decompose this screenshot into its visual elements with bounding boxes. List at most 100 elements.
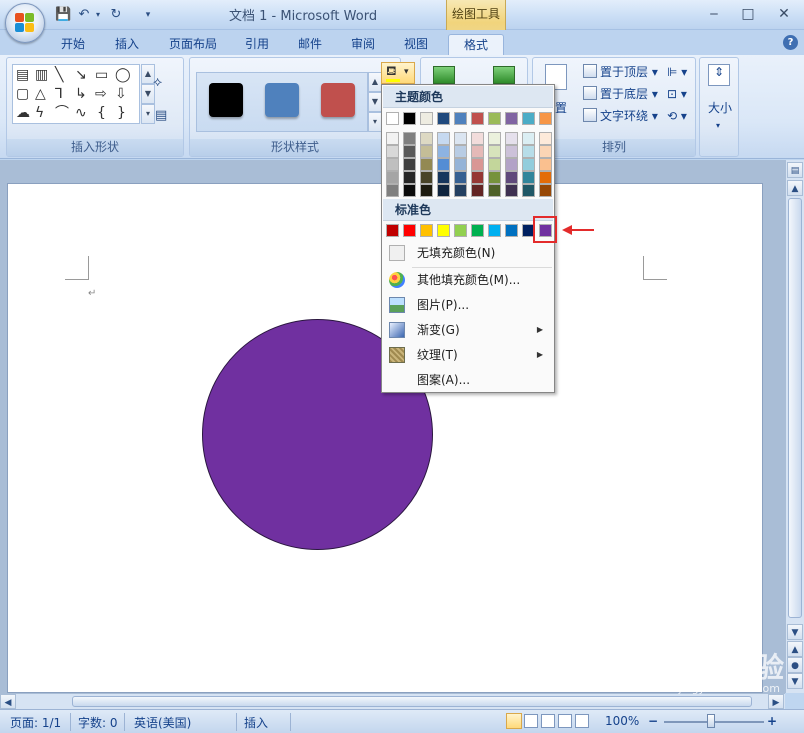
arc-shape-icon[interactable]: ⌒ bbox=[55, 105, 69, 121]
bring-to-front-button[interactable]: 置于顶层 ▾ bbox=[583, 64, 658, 80]
theme-shade-swatch[interactable] bbox=[437, 132, 450, 145]
shape-fill-button[interactable]: ⛾ ▾ bbox=[381, 62, 415, 84]
theme-shade-swatch[interactable] bbox=[454, 184, 467, 197]
theme-shade-swatch[interactable] bbox=[420, 158, 433, 171]
theme-shade-swatch[interactable] bbox=[386, 145, 399, 158]
restore-button[interactable]: □ bbox=[736, 4, 760, 24]
theme-shade-swatch[interactable] bbox=[488, 158, 501, 171]
align-button[interactable]: ⊫ ▾ bbox=[667, 64, 687, 80]
help-icon[interactable]: ? bbox=[783, 35, 798, 50]
rotate-button[interactable]: ⟲ ▾ bbox=[667, 108, 687, 124]
theme-shade-swatch[interactable] bbox=[522, 145, 535, 158]
zoom-in-button[interactable]: + bbox=[767, 714, 777, 728]
theme-color-swatch[interactable] bbox=[403, 112, 416, 125]
web-layout-view-icon[interactable] bbox=[541, 714, 555, 728]
view-ruler-icon[interactable]: ▤ bbox=[787, 162, 803, 178]
shapes-gallery[interactable]: ▤ ▥ ╲ ↘ ▭ ◯ ▢ △ ⅂ ↳ ⇨ ⇩ ☁ ϟ ⌒ ∿ { } bbox=[12, 64, 140, 124]
styles-more[interactable]: ▾ bbox=[368, 112, 382, 132]
customize-toolbar-icon[interactable]: ▾ bbox=[140, 7, 156, 23]
freeform-shape-icon[interactable]: ☁ bbox=[16, 105, 30, 121]
edit-shape-icon[interactable]: ⟡ bbox=[153, 74, 162, 90]
zoom-level[interactable]: 100% bbox=[605, 714, 639, 728]
no-fill-menu-item[interactable]: 无填充颜色(N) bbox=[383, 241, 553, 265]
shape-styles-gallery[interactable] bbox=[196, 72, 368, 132]
picture-fill-menu-item[interactable]: 图片(P)... bbox=[383, 293, 553, 317]
lightning-shape-icon[interactable]: ϟ bbox=[35, 105, 44, 121]
theme-shade-swatch[interactable] bbox=[386, 184, 399, 197]
insert-mode-status[interactable]: 插入 bbox=[244, 714, 268, 731]
standard-color-swatch[interactable] bbox=[420, 224, 433, 237]
theme-shade-swatch[interactable] bbox=[505, 171, 518, 184]
tab-format[interactable]: 格式 bbox=[448, 34, 504, 56]
theme-shade-swatch[interactable] bbox=[505, 158, 518, 171]
shadow-effects-icon[interactable] bbox=[433, 66, 455, 84]
theme-shade-swatch[interactable] bbox=[505, 184, 518, 197]
theme-shade-swatch[interactable] bbox=[539, 184, 552, 197]
down-arrow-shape-icon[interactable]: ⇩ bbox=[115, 86, 127, 102]
theme-shade-swatch[interactable] bbox=[403, 184, 416, 197]
zoom-out-button[interactable]: − bbox=[648, 714, 658, 728]
size-dropdown-icon[interactable]: ▾ bbox=[716, 118, 720, 134]
theme-shade-swatch[interactable] bbox=[505, 145, 518, 158]
full-screen-reading-view-icon[interactable] bbox=[524, 714, 538, 728]
standard-color-swatch[interactable] bbox=[403, 224, 416, 237]
theme-shade-swatch[interactable] bbox=[454, 158, 467, 171]
zoom-slider-thumb[interactable] bbox=[707, 714, 715, 728]
page-count[interactable]: 页面: 1/1 bbox=[10, 714, 61, 731]
vertical-scroll-thumb[interactable] bbox=[788, 198, 802, 618]
rounded-rectangle-shape-icon[interactable]: ▢ bbox=[16, 86, 29, 102]
position-button[interactable]: 置 bbox=[555, 100, 567, 116]
theme-shade-swatch[interactable] bbox=[522, 132, 535, 145]
theme-shade-swatch[interactable] bbox=[488, 171, 501, 184]
standard-color-swatch[interactable] bbox=[437, 224, 450, 237]
send-to-back-button[interactable]: 置于底层 ▾ bbox=[583, 86, 658, 102]
select-browse-object-icon[interactable]: ● bbox=[787, 657, 803, 673]
theme-shade-swatch[interactable] bbox=[471, 158, 484, 171]
theme-shade-swatch[interactable] bbox=[539, 132, 552, 145]
theme-shade-swatch[interactable] bbox=[420, 132, 433, 145]
standard-color-swatch[interactable] bbox=[471, 224, 484, 237]
theme-shade-swatch[interactable] bbox=[403, 171, 416, 184]
theme-shade-swatch[interactable] bbox=[454, 145, 467, 158]
scroll-up-icon[interactable]: ▲ bbox=[787, 180, 803, 196]
theme-shade-swatch[interactable] bbox=[471, 145, 484, 158]
theme-shade-swatch[interactable] bbox=[386, 158, 399, 171]
theme-color-swatch[interactable] bbox=[505, 112, 518, 125]
previous-page-icon[interactable]: ▲ bbox=[787, 641, 803, 657]
close-button[interactable]: ✕ bbox=[772, 4, 796, 24]
texture-fill-menu-item[interactable]: 纹理(T) ▶ bbox=[383, 343, 553, 367]
vertical-scrollbar[interactable]: ▤ ▲ ▼ ▲ ● ▼ bbox=[785, 160, 804, 693]
theme-shade-swatch[interactable] bbox=[420, 171, 433, 184]
tab-home[interactable]: 开始 bbox=[52, 34, 94, 56]
theme-shade-swatch[interactable] bbox=[386, 171, 399, 184]
theme-color-swatch[interactable] bbox=[437, 112, 450, 125]
theme-shade-swatch[interactable] bbox=[386, 132, 399, 145]
theme-shade-swatch[interactable] bbox=[488, 132, 501, 145]
save-icon[interactable]: 💾 bbox=[55, 7, 71, 23]
theme-shade-swatch[interactable] bbox=[539, 158, 552, 171]
tab-page-layout[interactable]: 页面布局 bbox=[160, 34, 226, 56]
theme-shade-swatch[interactable] bbox=[539, 145, 552, 158]
styles-scroll-down[interactable]: ▼ bbox=[368, 92, 382, 112]
theme-shade-swatch[interactable] bbox=[403, 132, 416, 145]
next-page-icon[interactable]: ▼ bbox=[787, 673, 803, 689]
theme-shade-swatch[interactable] bbox=[539, 171, 552, 184]
size-icon[interactable]: ⇕ bbox=[708, 64, 730, 86]
theme-shade-swatch[interactable] bbox=[522, 158, 535, 171]
theme-color-swatch[interactable] bbox=[454, 112, 467, 125]
draft-view-icon[interactable] bbox=[575, 714, 589, 728]
draw-textbox-icon[interactable]: ▤ bbox=[155, 108, 167, 123]
theme-shade-swatch[interactable] bbox=[437, 171, 450, 184]
standard-color-swatch[interactable] bbox=[454, 224, 467, 237]
theme-shade-swatch[interactable] bbox=[505, 132, 518, 145]
gradient-fill-menu-item[interactable]: 渐变(G) ▶ bbox=[383, 318, 553, 342]
pattern-fill-menu-item[interactable]: 图案(A)... bbox=[383, 368, 553, 392]
triangle-shape-icon[interactable]: △ bbox=[35, 86, 46, 102]
minimize-button[interactable]: ‒ bbox=[702, 4, 726, 24]
standard-color-swatch[interactable] bbox=[386, 224, 399, 237]
elbow-connector-shape-icon[interactable]: ⅂ bbox=[55, 86, 63, 102]
undo-icon[interactable]: ↶ bbox=[76, 7, 92, 23]
theme-shade-swatch[interactable] bbox=[488, 184, 501, 197]
theme-color-swatch[interactable] bbox=[386, 112, 399, 125]
theme-shade-swatch[interactable] bbox=[454, 171, 467, 184]
